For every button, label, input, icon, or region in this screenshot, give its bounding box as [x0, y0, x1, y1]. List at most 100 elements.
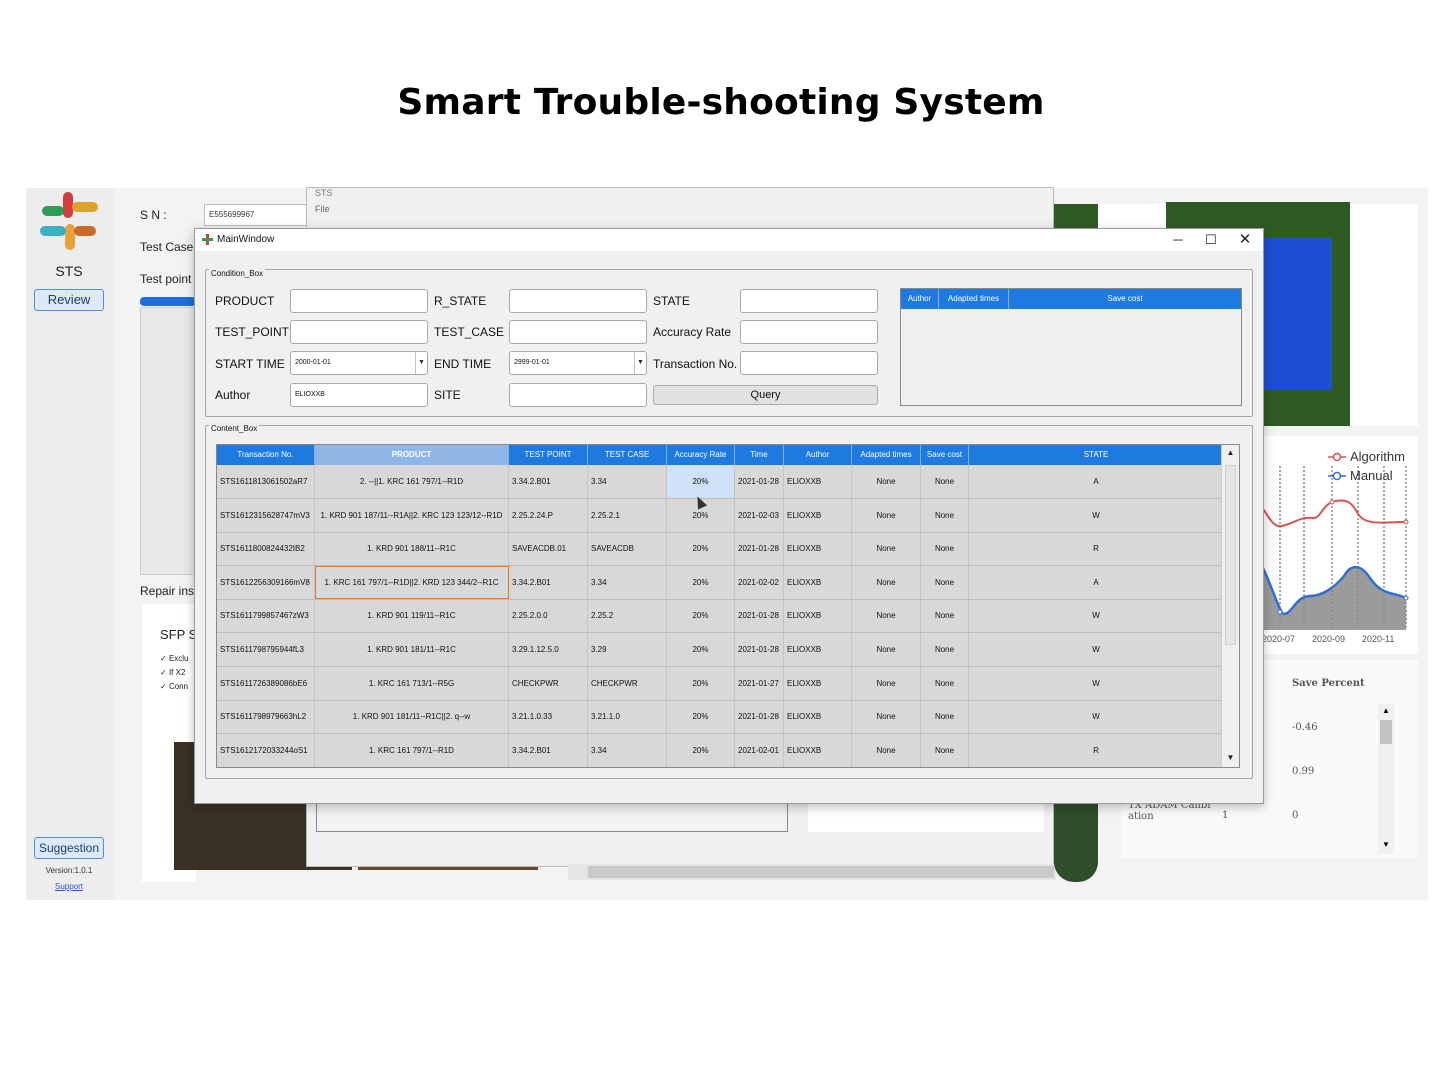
cell-time[interactable]: 2021-01-27 [735, 666, 784, 700]
cell-accuracy-rate[interactable]: 20% [667, 599, 735, 633]
cell-test-point[interactable]: 3.34.2.B01 [509, 565, 588, 599]
main-window-titlebar[interactable]: MainWindow ─ ☐ ✕ [195, 229, 1263, 251]
r-state-input[interactable] [509, 289, 647, 313]
cell-product[interactable]: 1. KRD 901 119/11--R1C [315, 599, 509, 633]
site-input[interactable] [509, 383, 647, 407]
cell-state[interactable]: R [969, 532, 1223, 565]
cell-state[interactable]: W [969, 700, 1223, 733]
cell-accuracy-rate[interactable]: 20% [667, 733, 735, 767]
cell-state[interactable]: W [969, 667, 1223, 700]
support-link[interactable]: Support [30, 882, 108, 891]
cell-time[interactable]: 2021-01-28 [735, 700, 784, 734]
header-adapted-times[interactable]: Adapted times [852, 445, 921, 465]
table-row[interactable]: STS1612256309166mV8 1. KRC 161 797/1--R1D… [217, 565, 1223, 600]
cell-accuracy-rate[interactable]: 20% [667, 633, 735, 666]
summary-header-save-cost[interactable]: Save cost [1009, 289, 1241, 309]
sn-input[interactable]: E555699967 [204, 204, 308, 226]
cell-test-point[interactable]: SAVEACDB.01 [509, 532, 588, 566]
review-button[interactable]: Review [34, 289, 104, 311]
cell-time[interactable]: 2021-02-01 [735, 733, 784, 767]
table-row[interactable]: STS1612172033244oS1 1. KRC 161 797/1--R1D… [217, 733, 1223, 767]
scroll-down-icon[interactable]: ▼ [1222, 750, 1239, 766]
product-input[interactable] [290, 289, 428, 313]
cell-test-case[interactable]: 3.34 [588, 465, 667, 498]
cell-author[interactable]: ELIOXXB [784, 700, 852, 734]
cell-accuracy-rate[interactable]: 20% [667, 465, 735, 498]
results-scroll-thumb[interactable] [1225, 465, 1236, 645]
save-scroll-thumb[interactable] [1380, 720, 1392, 744]
cell-time[interactable]: 2021-01-28 [735, 599, 784, 633]
cell-product[interactable]: 1. KRC 161 797/1--R1D [315, 733, 509, 767]
cell-save-cost[interactable]: None [921, 666, 969, 700]
chevron-down-icon[interactable]: ▼ [415, 352, 427, 374]
cell-state[interactable]: W [969, 599, 1223, 632]
cell-save-cost[interactable]: None [921, 532, 969, 566]
header-test-case[interactable]: TEST CASE [588, 445, 667, 465]
results-table-scrollbar[interactable]: ▲ ▼ [1221, 445, 1239, 767]
cell-author[interactable]: ELIOXXB [784, 733, 852, 767]
header-save-cost[interactable]: Save cost [921, 445, 969, 465]
scroll-up-icon[interactable]: ▲ [1378, 704, 1394, 718]
table-row[interactable]: STS1611726389086bE6 1. KRC 161 713/1--R5G… [217, 666, 1223, 701]
scrollbar-thumb[interactable] [588, 866, 1054, 878]
maximize-icon[interactable]: ☐ [1196, 231, 1226, 249]
cell-product[interactable]: 2. --||1. KRC 161 797/1--R1D [315, 465, 509, 498]
test-point-input[interactable] [290, 320, 428, 344]
cell-state[interactable]: W [969, 633, 1223, 666]
cell-author[interactable]: ELIOXXB [784, 498, 852, 532]
table-row[interactable]: STS1612315628747mV3 1. KRD 901 187/11--R1… [217, 498, 1223, 533]
end-time-select[interactable]: 2999-01-01 ▼ [509, 351, 647, 375]
cell-product[interactable]: 1. KRD 901 188/11--R1C [315, 532, 509, 566]
table-row[interactable]: STS1611798979663hL2 1. KRD 901 181/11--R1… [217, 700, 1223, 735]
cell-product[interactable]: 1. KRD 901 187/11--R1A||2. KRC 123 123/1… [315, 498, 509, 532]
header-author[interactable]: Author [784, 445, 852, 465]
cell-transaction-no[interactable]: STS1611799857467zW3 [217, 599, 315, 633]
cell-accuracy-rate[interactable]: 20% [667, 700, 735, 734]
cell-author[interactable]: ELIOXXB [784, 599, 852, 633]
cell-test-case[interactable]: SAVEACDB [588, 532, 667, 566]
cell-author[interactable]: ELIOXXB [784, 565, 852, 599]
cell-test-point[interactable]: 2.25.2.0.0 [509, 599, 588, 633]
cell-author[interactable]: ELIOXXB [784, 532, 852, 566]
cell-transaction-no[interactable]: STS1612172033244oS1 [217, 733, 315, 767]
cell-author[interactable]: ELIOXXB [784, 465, 852, 498]
header-accuracy-rate[interactable]: Accuracy Rate [667, 445, 735, 465]
summary-header-author[interactable]: Author [901, 289, 939, 309]
cell-state[interactable]: A [969, 465, 1223, 498]
bg-window-menu-file[interactable]: File [315, 204, 330, 214]
cell-test-point[interactable]: CHECKPWR [509, 666, 588, 700]
suggestion-button[interactable]: Suggestion [34, 837, 104, 859]
cell-accuracy-rate[interactable]: 20% [667, 666, 735, 700]
cell-author[interactable]: ELIOXXB [784, 633, 852, 666]
header-product[interactable]: PRODUCT [315, 445, 509, 465]
save-panel-scrollbar[interactable]: ▲ ▼ [1378, 704, 1394, 854]
cell-test-point[interactable]: 3.34.2.B01 [509, 733, 588, 767]
cell-test-case[interactable]: 3.34 [588, 733, 667, 767]
cell-adapted-times[interactable]: None [852, 565, 921, 599]
cell-test-case[interactable]: 3.34 [588, 565, 667, 599]
cell-test-case[interactable]: 3.29 [588, 633, 667, 666]
cell-accuracy-rate[interactable]: 20% [667, 565, 735, 599]
transaction-no-input[interactable] [740, 351, 878, 375]
cell-accuracy-rate[interactable]: 20% [667, 532, 735, 566]
cell-adapted-times[interactable]: None [852, 733, 921, 767]
cell-save-cost[interactable]: None [921, 700, 969, 734]
cell-state[interactable]: W [969, 499, 1223, 532]
test-case-input[interactable] [509, 320, 647, 344]
cell-transaction-no[interactable]: STS1612256309166mV8 [217, 565, 315, 599]
cell-product[interactable]: 1. KRD 901 181/11--R1C||2. q--w [315, 700, 509, 734]
cell-adapted-times[interactable]: None [852, 599, 921, 633]
query-button[interactable]: Query [653, 385, 878, 405]
cell-time[interactable]: 2021-01-28 [735, 465, 784, 498]
scroll-up-icon[interactable]: ▲ [1222, 445, 1239, 461]
close-icon[interactable]: ✕ [1230, 231, 1260, 249]
header-transaction-no[interactable]: Transaction No. [217, 445, 315, 465]
cell-test-case[interactable]: 2.25.2 [588, 599, 667, 633]
cell-test-point[interactable]: 2.25.2.24.P [509, 498, 588, 532]
cell-state[interactable]: A [969, 566, 1223, 599]
table-row[interactable]: STS1611798795944fL3 1. KRD 901 181/11--R1… [217, 633, 1223, 667]
cell-time[interactable]: 2021-01-28 [735, 532, 784, 566]
cell-state[interactable]: R [969, 734, 1223, 767]
start-time-select[interactable]: 2000-01-01 ▼ [290, 351, 428, 375]
cell-test-case[interactable]: 3.21.1.0 [588, 700, 667, 734]
